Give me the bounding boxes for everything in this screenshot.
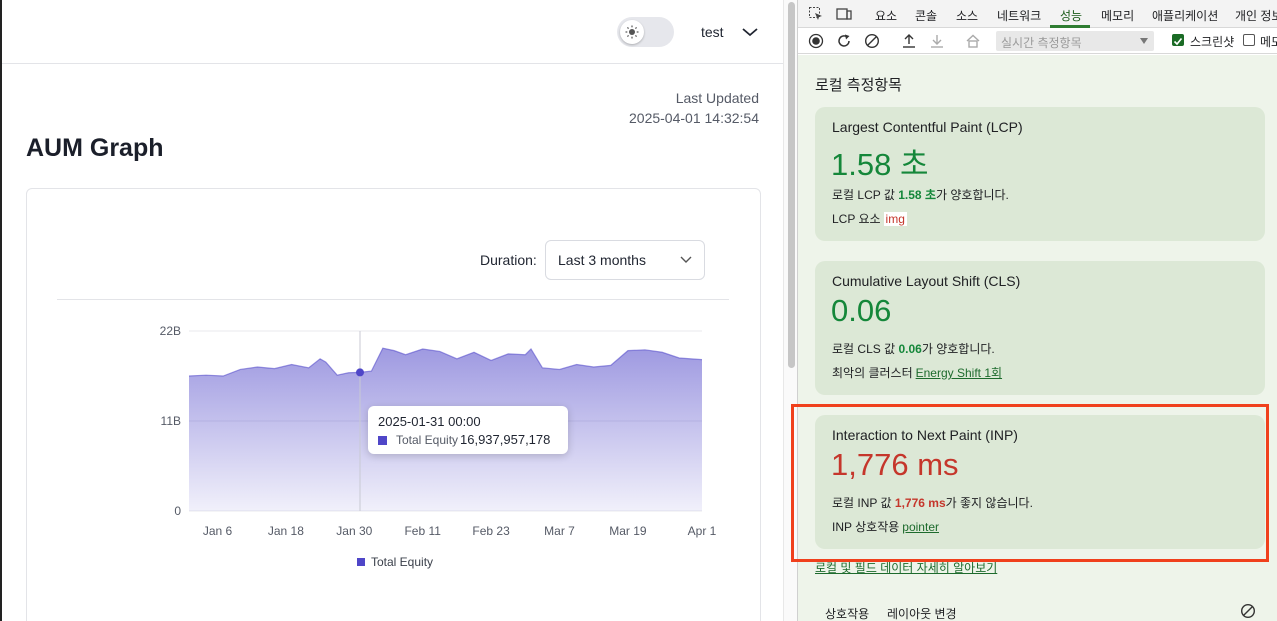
y-tick-label: 0 xyxy=(174,504,181,518)
top-bar: test xyxy=(2,0,783,64)
tab-console[interactable]: 콘솔 xyxy=(915,7,937,24)
metrics-select[interactable]: 실시간 측정항목 xyxy=(996,31,1154,51)
y-tick-label: 22B xyxy=(160,324,181,338)
tab-application[interactable]: 애플리케이션 xyxy=(1152,7,1218,24)
x-tick-label: Jan 30 xyxy=(336,524,372,538)
screenshot-label: 스크린샷 xyxy=(1190,35,1235,49)
x-tick-label: Jan 18 xyxy=(268,524,304,538)
clear-icon[interactable] xyxy=(1240,603,1256,619)
clear-icon[interactable] xyxy=(864,33,880,49)
legend-label: Total Equity xyxy=(371,555,434,569)
inspect-element-icon[interactable] xyxy=(808,6,824,22)
y-tick-label: 11B xyxy=(161,414,181,428)
tab-layout-shifts[interactable]: 레이아웃 변경 xyxy=(887,605,957,621)
screenshot-checkbox[interactable] xyxy=(1172,34,1184,46)
chevron-down-icon[interactable] xyxy=(741,26,759,38)
cls-description: 로컬 CLS 값 0.06가 양호합니다. xyxy=(832,342,995,356)
tab-network[interactable]: 네트워크 xyxy=(997,7,1041,24)
bottom-tab-bar: 상호작용 레이아웃 변경 xyxy=(798,595,1277,621)
lcp-title: Largest Contentful Paint (LCP) xyxy=(832,119,1023,135)
memory-label: 메모 xyxy=(1260,35,1277,49)
user-menu-name[interactable]: test xyxy=(701,24,724,40)
tab-performance[interactable]: 성능 xyxy=(1060,7,1082,24)
tooltip-value: 16,937,957,178 xyxy=(460,432,551,447)
lcp-card: Largest Contentful Paint (LCP) 1.58 초 로컬… xyxy=(815,107,1265,241)
tooltip-swatch xyxy=(378,436,387,445)
chart-card: Duration: Last 3 months 0 11B 22B Jan 6 Jan … xyxy=(26,188,761,621)
lcp-value: 1.58 초 xyxy=(831,147,929,182)
divider xyxy=(57,299,729,300)
metrics-select-placeholder: 실시간 측정항목 xyxy=(1001,36,1082,50)
section-title: 로컬 측정항목 xyxy=(815,77,902,94)
inp-highlight-box xyxy=(791,404,1269,562)
cls-title: Cumulative Layout Shift (CLS) xyxy=(832,273,1021,289)
last-updated: Last Updated 2025-04-01 14:32:54 xyxy=(629,88,759,128)
lcp-description: 로컬 LCP 값 1.58 초가 양호합니다. xyxy=(832,188,1009,202)
theme-toggle[interactable] xyxy=(617,17,674,47)
performance-toolbar: 실시간 측정항목 스크린샷 메모 xyxy=(798,28,1277,54)
lcp-element: LCP 요소 img xyxy=(832,212,907,226)
duration-label: Duration: xyxy=(480,252,537,268)
duration-select[interactable]: Last 3 months xyxy=(545,240,705,280)
upload-icon[interactable] xyxy=(901,33,917,49)
download-icon[interactable] xyxy=(929,33,945,49)
sun-icon xyxy=(620,20,644,44)
x-tick-label: Mar 7 xyxy=(544,524,575,538)
highlight-point xyxy=(356,368,364,377)
page-title: AUM Graph xyxy=(26,134,164,162)
cls-value: 0.06 xyxy=(831,293,892,328)
cls-cluster-link[interactable]: Energy Shift 1회 xyxy=(916,366,1002,380)
devtools-tab-bar: 요소 콘솔 소스 네트워크 성능 메모리 애플리케이션 개인 정보 xyxy=(798,0,1277,28)
cls-worst-cluster: 최악의 클러스터 Energy Shift 1회 xyxy=(832,366,1003,380)
tab-privacy[interactable]: 개인 정보 xyxy=(1235,7,1277,24)
chart-tooltip: 2025-01-31 00:00 Total Equity 16,937,957… xyxy=(368,406,568,454)
x-tick-label: Feb 11 xyxy=(404,524,441,538)
x-tick-label: Feb 23 xyxy=(472,524,510,538)
scrollbar-thumb[interactable] xyxy=(788,2,795,368)
tooltip-series-name: Total Equity xyxy=(396,433,459,447)
caret-down-icon xyxy=(1140,38,1148,44)
tab-memory[interactable]: 메모리 xyxy=(1101,7,1134,24)
x-tick-label: Mar 19 xyxy=(609,524,647,538)
duration-value: Last 3 months xyxy=(558,252,646,268)
lcp-element-tag[interactable]: img xyxy=(883,212,907,226)
legend-swatch xyxy=(357,558,365,566)
chart-legend[interactable]: Total Equity xyxy=(357,555,433,569)
x-tick-label: Jan 6 xyxy=(203,524,233,538)
app-pane: test Last Updated 2025-04-01 14:32:54 AU… xyxy=(0,0,783,621)
x-tick-label: Apr 1 xyxy=(688,524,717,538)
cls-card: Cumulative Layout Shift (CLS) 0.06 로컬 CL… xyxy=(815,261,1265,395)
tab-elements[interactable]: 요소 xyxy=(875,7,897,24)
device-toolbar-icon[interactable] xyxy=(836,6,852,22)
tooltip-date: 2025-01-31 00:00 xyxy=(378,414,481,429)
tab-sources[interactable]: 소스 xyxy=(956,7,978,24)
last-updated-value: 2025-04-01 14:32:54 xyxy=(629,110,759,126)
chevron-down-icon xyxy=(680,256,692,263)
reload-record-icon[interactable] xyxy=(836,33,852,49)
last-updated-label: Last Updated xyxy=(675,90,759,106)
memory-checkbox[interactable] xyxy=(1243,34,1255,46)
home-icon[interactable] xyxy=(965,33,981,49)
record-icon[interactable] xyxy=(808,33,824,49)
tab-interactions[interactable]: 상호작용 xyxy=(825,605,869,621)
